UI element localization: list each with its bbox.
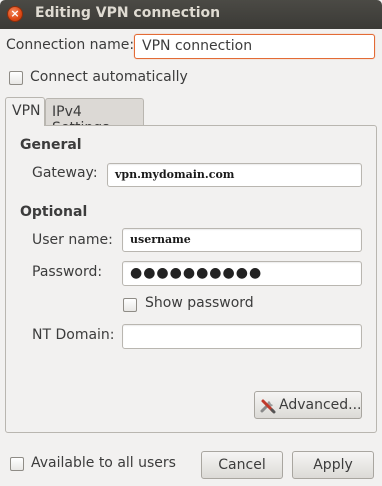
connection-name-value: VPN connection xyxy=(142,38,253,54)
tab-ipv4-settings[interactable]: IPv4 Settings xyxy=(45,98,144,136)
cancel-button[interactable]: Cancel xyxy=(201,451,283,479)
gateway-input[interactable]: vpn.mydomain.com xyxy=(107,163,362,187)
advanced-button[interactable]: Advanced... xyxy=(254,391,362,419)
gateway-value: vpn.mydomain.com xyxy=(115,168,235,181)
password-value: ●●●●●●●●●● xyxy=(130,265,263,281)
optional-heading: Optional xyxy=(20,204,88,220)
advanced-button-label: Advanced... xyxy=(279,397,362,413)
username-input[interactable]: username xyxy=(122,228,362,252)
available-to-all-users-checkbox[interactable] xyxy=(10,457,24,471)
connect-automatically-label: Connect automatically xyxy=(30,69,188,85)
username-label: User name: xyxy=(32,232,113,248)
show-password-label: Show password xyxy=(145,295,254,311)
available-to-all-users-label: Available to all users xyxy=(31,455,176,471)
apply-button[interactable]: Apply xyxy=(292,451,374,479)
password-input[interactable]: ●●●●●●●●●● xyxy=(122,261,362,286)
connection-name-label: Connection name: xyxy=(6,37,135,53)
tools-icon xyxy=(260,397,276,414)
gateway-label: Gateway: xyxy=(32,165,98,181)
close-icon[interactable]: × xyxy=(7,6,23,22)
username-value: username xyxy=(130,233,191,246)
tab-vpn[interactable]: VPN xyxy=(5,97,45,126)
connect-automatically-checkbox[interactable] xyxy=(9,71,23,85)
password-label: Password: xyxy=(32,264,103,280)
window-title: Editing VPN connection xyxy=(35,5,221,21)
nt-domain-label: NT Domain: xyxy=(32,327,115,343)
apply-button-label: Apply xyxy=(313,457,353,473)
cancel-button-label: Cancel xyxy=(218,457,266,473)
tab-vpn-label: VPN xyxy=(12,103,41,119)
general-heading: General xyxy=(20,137,82,153)
connection-name-input[interactable]: VPN connection xyxy=(134,34,375,59)
nt-domain-input[interactable] xyxy=(122,324,362,349)
show-password-checkbox[interactable] xyxy=(123,298,137,312)
window-titlebar: × Editing VPN connection xyxy=(0,0,382,29)
